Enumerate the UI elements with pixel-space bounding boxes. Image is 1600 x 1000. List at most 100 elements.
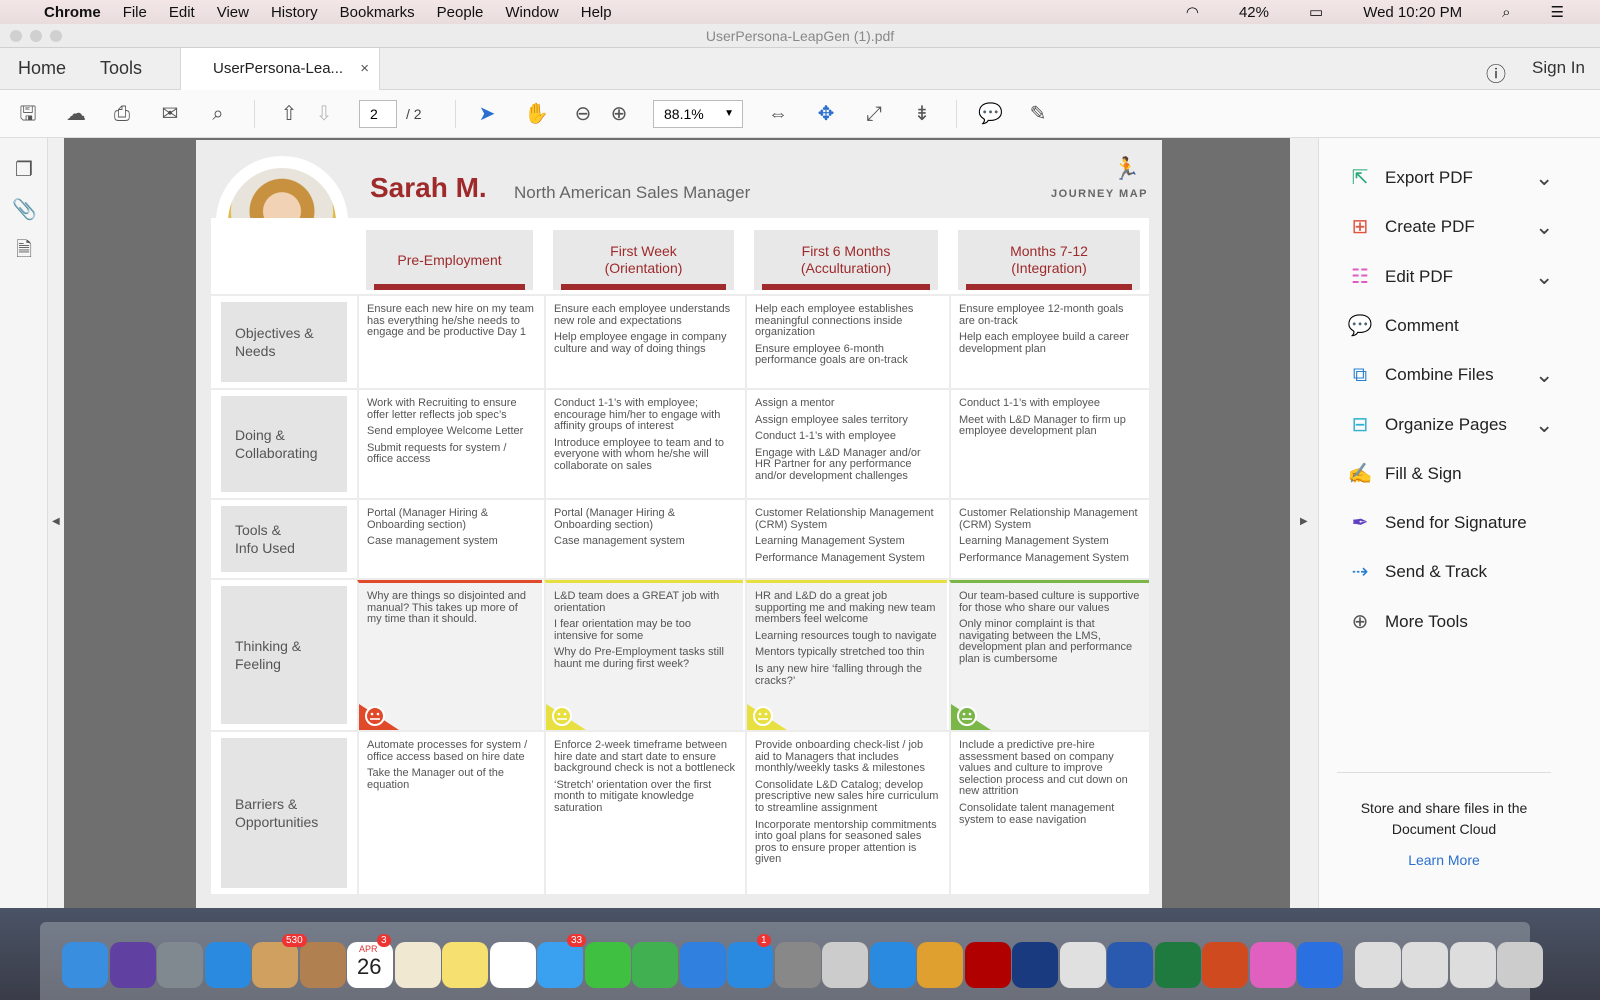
tool-send-track[interactable]: ⇢ Send & Track <box>1347 557 1487 587</box>
fit-width-icon[interactable]: ⇔ <box>766 102 790 126</box>
tab-home[interactable]: Home <box>18 58 66 79</box>
notification-center-icon[interactable]: ☰ <box>1551 3 1564 21</box>
attachments-icon[interactable]: 📎 <box>12 198 37 222</box>
dock: 530 3 33 1 APR 26 <box>0 908 1600 1000</box>
collapse-left-icon[interactable]: ◀ <box>52 516 60 527</box>
files-stack-dock-icon[interactable] <box>1449 942 1496 988</box>
messages-dock-icon[interactable] <box>537 942 583 988</box>
save-icon[interactable]: 🖫 <box>16 102 40 126</box>
pelican-dock-icon[interactable] <box>917 942 963 988</box>
print-icon[interactable]: ⎙ <box>110 102 134 126</box>
close-window-button[interactable] <box>10 30 22 42</box>
spotlight-icon[interactable]: ⌕ <box>1502 4 1510 21</box>
safari-dock-icon[interactable] <box>204 942 251 988</box>
finder-dock-icon[interactable] <box>62 942 108 988</box>
trash-dock-icon[interactable] <box>1497 942 1543 988</box>
system-preferences-dock-icon[interactable] <box>774 942 821 988</box>
word-dock-icon[interactable] <box>1107 942 1153 988</box>
document-properties-icon[interactable]: 🗎 <box>12 238 36 262</box>
chrome-dock-icon[interactable] <box>1059 942 1106 988</box>
itunes-dock-icon[interactable] <box>1249 942 1296 988</box>
zoom-out-icon[interactable]: ⊖ <box>571 102 595 126</box>
left-panel-toggle[interactable]: ◀ <box>48 138 64 908</box>
journey-cell: Conduct 1-1’s with employee; encourage h… <box>544 390 743 498</box>
clock[interactable]: Wed 10:20 PM <box>1363 4 1462 21</box>
tool-export-pdf[interactable]: ⇱ Export PDF ⌄ <box>1347 163 1554 193</box>
chevron-down-icon[interactable]: ⌄ <box>1535 412 1553 438</box>
chevron-down-icon[interactable]: ⌄ <box>1535 214 1553 240</box>
menu-edit[interactable]: Edit <box>169 4 195 21</box>
zoom-in-icon[interactable]: ⊕ <box>607 102 631 126</box>
facetime-dock-icon[interactable] <box>584 942 631 988</box>
contacts-dock-icon[interactable] <box>299 942 346 988</box>
notes-dock-icon[interactable] <box>442 942 488 988</box>
highlight-icon[interactable]: ✎ <box>1026 102 1050 126</box>
menu-window[interactable]: Window <box>505 4 558 21</box>
battery-percent[interactable]: 42% <box>1239 4 1269 21</box>
menu-people[interactable]: People <box>437 4 484 21</box>
siri-dock-icon[interactable] <box>109 942 156 988</box>
page-thumbnails-icon[interactable]: ❐ <box>12 158 36 182</box>
prev-page-icon[interactable]: ⇧ <box>277 102 301 126</box>
tool-fill-sign[interactable]: ✍ Fill & Sign <box>1347 459 1462 489</box>
chevron-down-icon[interactable]: ⌄ <box>1535 165 1553 191</box>
powerpoint-dock-icon[interactable] <box>1202 942 1248 988</box>
tool-organize-pages[interactable]: ⊟ Organize Pages ⌄ <box>1347 410 1554 440</box>
row-label: Barriers & Opportunities <box>221 738 347 888</box>
journey-cell: Provide onboarding check-list / job aid … <box>745 732 947 894</box>
tool-comment[interactable]: 💬 Comment <box>1347 311 1459 341</box>
tool-create-pdf[interactable]: ⊞ Create PDF ⌄ <box>1347 212 1554 242</box>
photos-dock-icon[interactable] <box>489 942 536 988</box>
documents-stack-dock-icon[interactable] <box>1402 942 1448 988</box>
minimize-window-button[interactable] <box>30 30 42 42</box>
collapse-right-icon[interactable]: ▶ <box>1300 516 1308 527</box>
preview-dock-icon[interactable] <box>822 942 868 988</box>
chevron-down-icon[interactable]: ⌄ <box>1535 264 1553 290</box>
menu-bookmarks[interactable]: Bookmarks <box>340 4 415 21</box>
chevron-down-icon[interactable]: ⌄ <box>1535 362 1553 388</box>
fit-page-icon[interactable]: ✥ <box>814 102 838 126</box>
comment-icon[interactable]: 💬 <box>978 102 1003 126</box>
numbers-dock-icon[interactable] <box>632 942 678 988</box>
box-dock-icon[interactable] <box>1297 942 1343 988</box>
tool-combine-files[interactable]: ⧉ Combine Files ⌄ <box>1347 360 1554 390</box>
search-icon[interactable]: ⌕ <box>206 102 230 126</box>
zoom-dock-icon[interactable] <box>869 942 916 988</box>
sign-in-button[interactable]: Sign In <box>1532 58 1585 78</box>
next-page-icon[interactable]: ⇩ <box>312 102 336 126</box>
zoom-select[interactable]: 88.1% ▼ <box>653 100 743 128</box>
tool-edit-pdf[interactable]: ☷ Edit PDF ⌄ <box>1347 262 1553 292</box>
excel-dock-icon[interactable] <box>1154 942 1201 988</box>
tool-send-for-signature[interactable]: ✒ Send for Signature <box>1347 508 1527 538</box>
select-tool-icon[interactable]: ➤ <box>475 102 499 126</box>
menu-app[interactable]: Chrome <box>44 4 101 21</box>
menu-view[interactable]: View <box>217 4 249 21</box>
keynote-dock-icon[interactable] <box>679 942 726 988</box>
wifi-icon[interactable]: ◠ <box>1186 3 1199 21</box>
tool-more-tools[interactable]: ⊕ More Tools <box>1347 607 1468 637</box>
battery-icon[interactable]: ▭ <box>1309 3 1323 21</box>
downloads-stack-dock-icon[interactable] <box>1354 942 1401 988</box>
menu-history[interactable]: History <box>271 4 318 21</box>
tab-tools[interactable]: Tools <box>100 58 142 79</box>
menu-help[interactable]: Help <box>581 4 612 21</box>
learn-more-link[interactable]: Learn More <box>1349 852 1539 868</box>
email-icon[interactable]: ✉ <box>158 102 182 126</box>
close-tab-icon[interactable]: × <box>360 48 369 90</box>
hand-tool-icon[interactable]: ✋ <box>524 102 549 126</box>
textedit-dock-icon[interactable] <box>394 942 441 988</box>
acrobat-dock-icon[interactable] <box>964 942 1011 988</box>
menu-file[interactable]: File <box>123 4 147 21</box>
full-screen-icon[interactable]: ⤢ <box>862 102 886 126</box>
zoom-window-button[interactable] <box>50 30 62 42</box>
upload-cloud-icon[interactable]: ☁ <box>64 102 88 126</box>
page-number-input[interactable]: 2 <box>359 100 397 128</box>
launchpad-dock-icon[interactable] <box>157 942 203 988</box>
help-icon[interactable]: ⓘ <box>1486 58 1506 87</box>
tab-document[interactable]: UserPersona-Lea... × <box>180 48 380 90</box>
ide-dock-icon[interactable] <box>1012 942 1058 988</box>
scrollbar[interactable]: ▶ <box>1290 138 1318 908</box>
scroll-mode-icon[interactable]: ⇟ <box>910 102 934 126</box>
app-store-dock-icon[interactable] <box>727 942 773 988</box>
mail-dock-icon[interactable] <box>252 942 298 988</box>
